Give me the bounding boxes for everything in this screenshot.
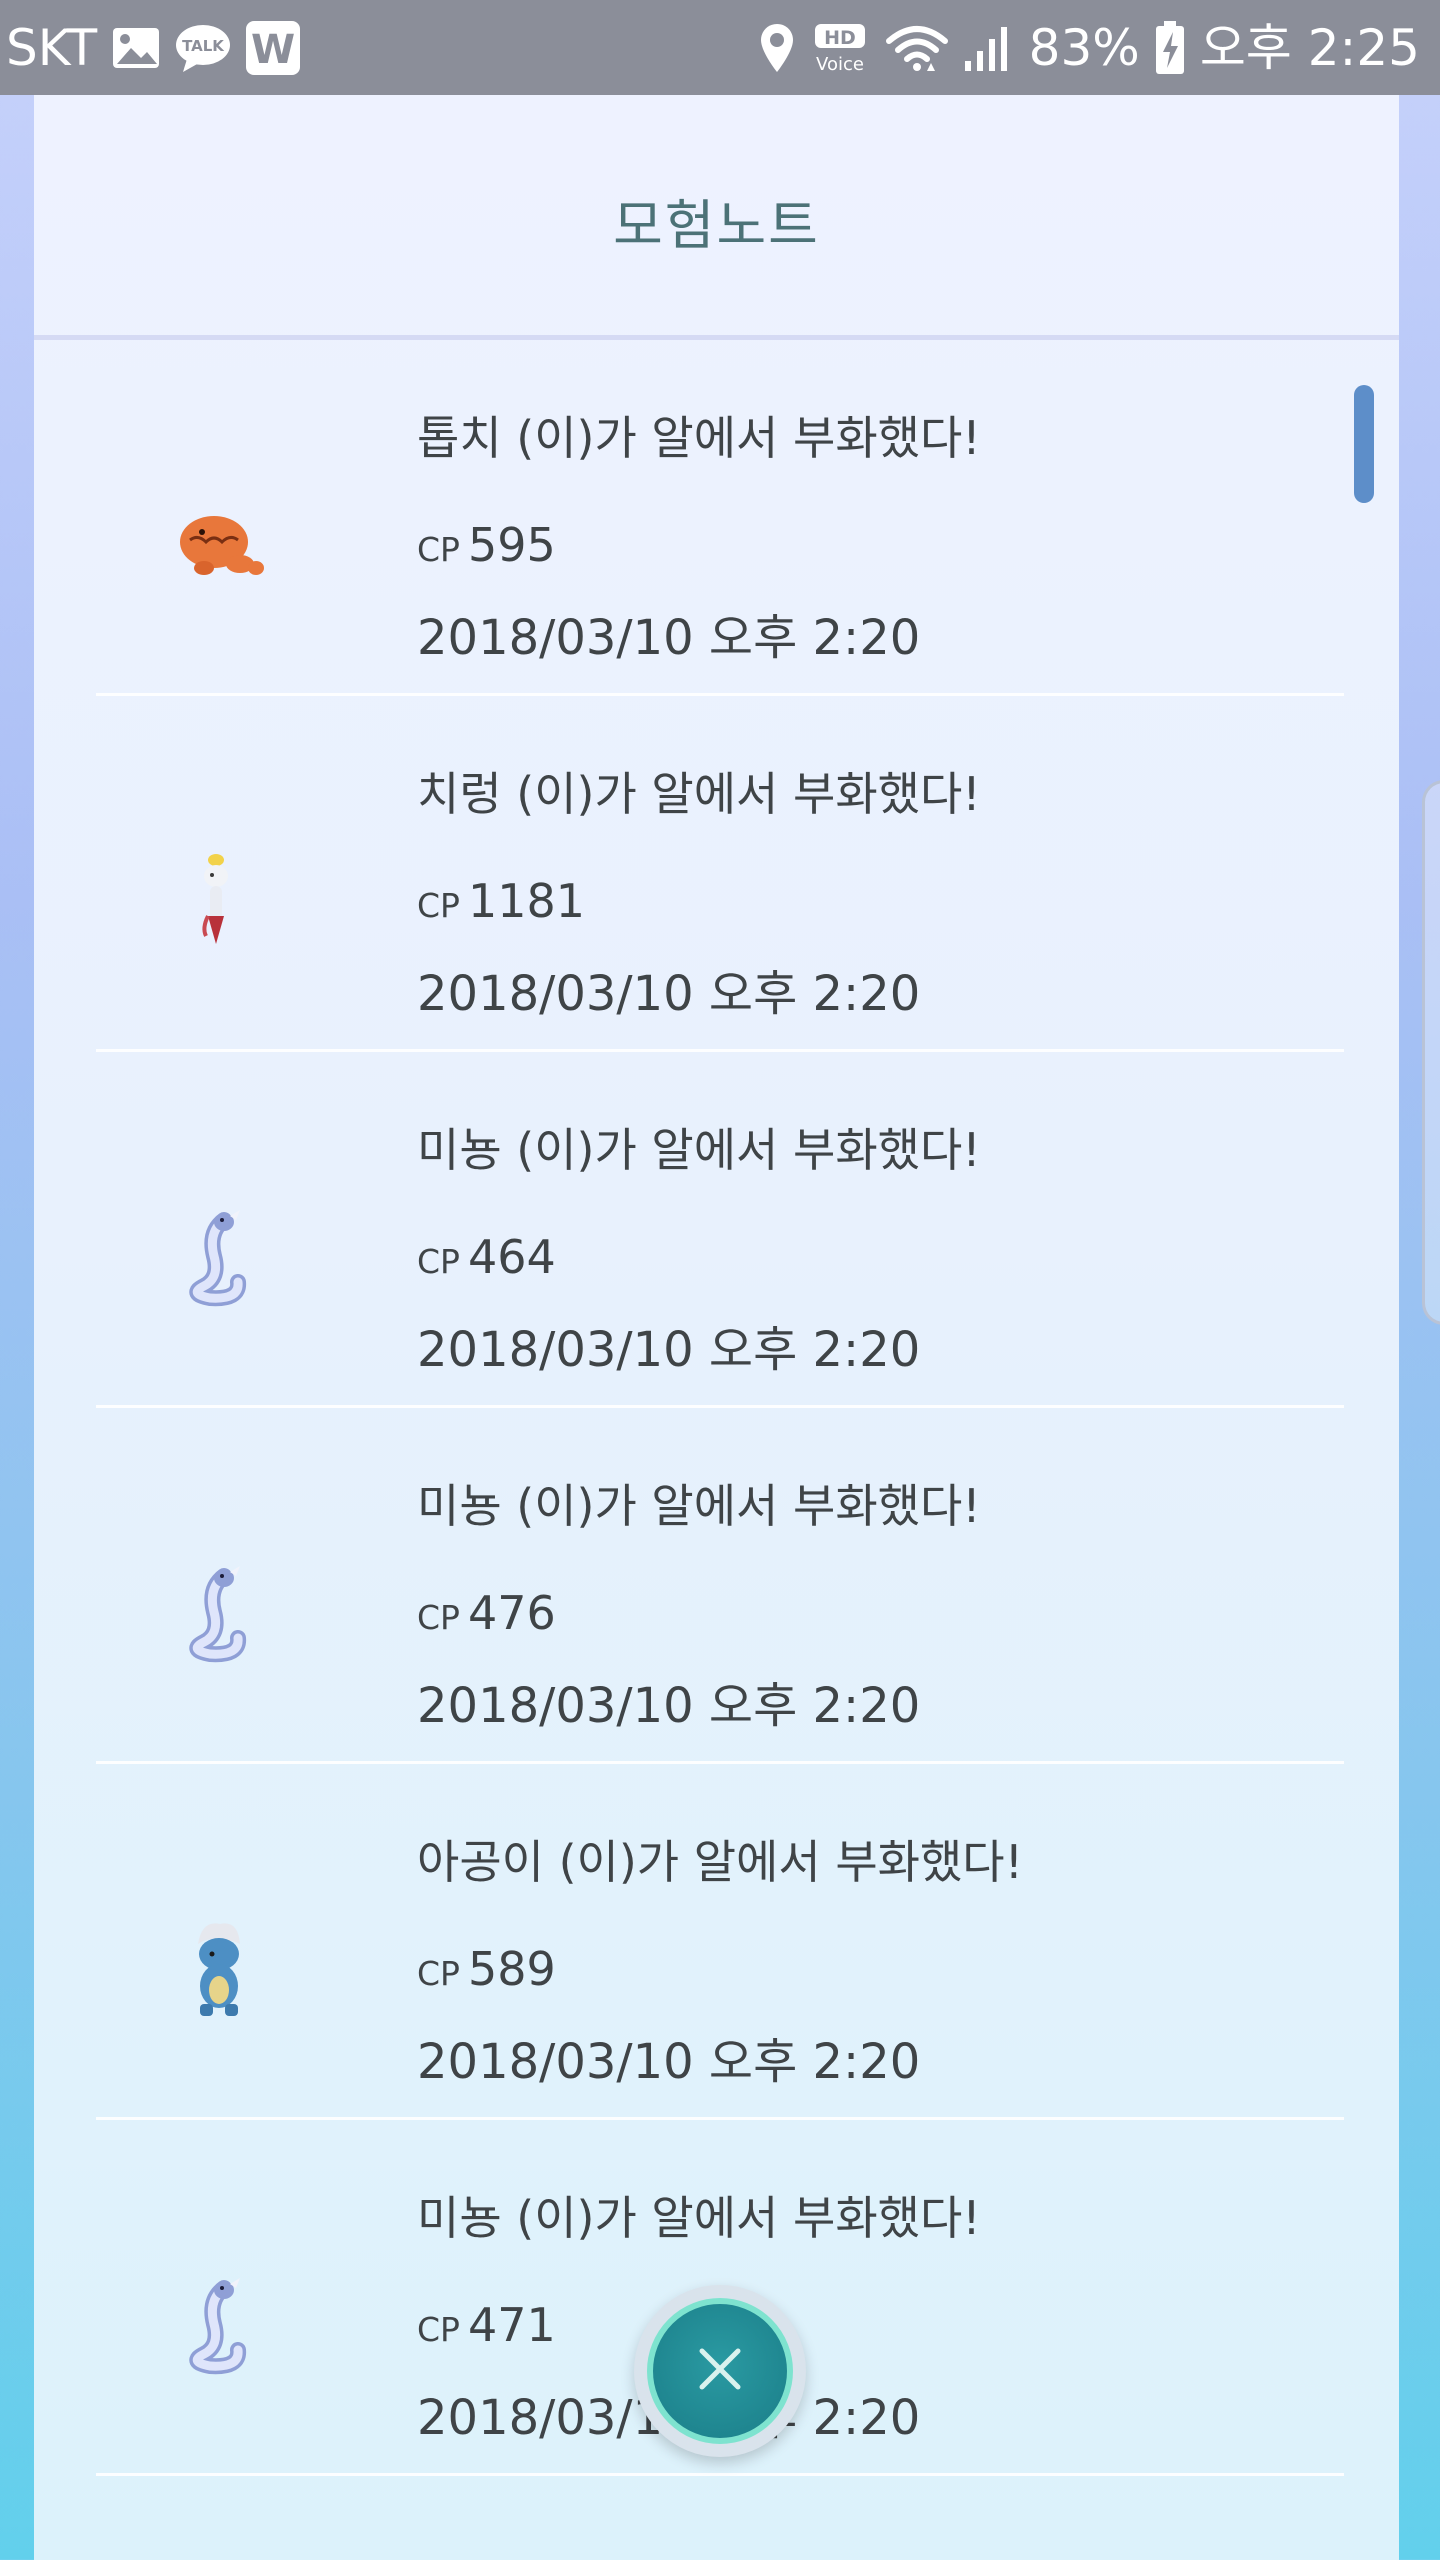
cp-value: 464 [467,1230,556,1284]
battery-percent: 83% [1028,18,1140,77]
cp-value: 1181 [467,874,586,928]
cp-value: 471 [467,2298,556,2352]
trapinch-icon [164,490,274,600]
entry-date: 2018/03/10 오후 2:20 [417,2034,921,2090]
scrollbar[interactable] [1354,385,1374,503]
close-button-inner[interactable] [647,2298,793,2444]
entry-cp: CP 589 [417,1942,556,1996]
signal-strength-icon [963,23,1015,73]
status-bar-left: SKT TALK W [6,20,301,76]
journal-list[interactable]: 톱치 (이)가 알에서 부화했다! CP 595 2018/03/10 오후 2… [34,340,1399,2476]
edge-panel-handle[interactable] [1422,780,1440,1325]
entry-date: 2018/03/10 오후 2:20 [417,1678,921,1734]
entry-cp: CP 476 [417,1586,556,1640]
svg-text:TALK: TALK [182,37,225,55]
wifi-icon [885,23,949,73]
location-pin-icon [759,22,795,74]
journal-panel: 모험노트 톱치 (이)가 알에서 부화했다! CP 595 2018/03/10… [34,95,1399,2560]
journal-entry[interactable]: 미뇽 (이)가 알에서 부화했다! CP 464 2018/03/10 오후 2… [34,1052,1399,1408]
journal-entry[interactable]: 톱치 (이)가 알에서 부화했다! CP 595 2018/03/10 오후 2… [34,340,1399,696]
entry-title: 톱치 (이)가 알에서 부화했다! [417,411,981,465]
entry-date: 2018/03/10 오후 2:20 [417,966,921,1022]
cp-label: CP [417,1954,460,1993]
cp-label: CP [417,1242,460,1281]
dratini-icon [164,2270,274,2380]
page-title: 모험노트 [613,193,820,257]
journal-entry[interactable]: 미뇽 (이)가 알에서 부화했다! CP 476 2018/03/10 오후 2… [34,1408,1399,1764]
bagon-icon [164,1914,274,2024]
status-bar: SKT TALK W HD Voice 83% 오후 2:25 [0,0,1440,95]
dratini-icon [164,1202,274,1312]
entry-cp: CP 595 [417,518,556,572]
svg-text:Voice: Voice [816,54,864,74]
svg-text:HD: HD [824,27,856,49]
cp-value: 589 [467,1942,556,1996]
gallery-icon [111,26,161,70]
cp-label: CP [417,886,460,925]
kakaotalk-icon: TALK [175,23,231,73]
cp-value: 476 [467,1586,556,1640]
entry-title: 치렁 (이)가 알에서 부화했다! [417,767,981,821]
cp-value: 595 [467,518,556,572]
entry-date: 2018/03/10 오후 2:20 [417,610,921,666]
entry-title: 미뇽 (이)가 알에서 부화했다! [417,2191,981,2245]
entry-title: 미뇽 (이)가 알에서 부화했다! [417,1123,981,1177]
cp-label: CP [417,530,460,569]
w-app-icon: W [245,20,301,76]
entry-cp: CP 464 [417,1230,556,1284]
hd-voice-icon: HD Voice [809,22,871,74]
dratini-icon [164,1558,274,1668]
close-button[interactable] [634,2285,806,2457]
status-bar-right: HD Voice 83% 오후 2:25 [759,20,1420,76]
battery-charging-icon [1154,20,1186,76]
cp-label: CP [417,2310,460,2349]
journal-header: 모험노트 [34,95,1399,340]
entry-cp: CP 1181 [417,874,585,928]
close-icon [694,2343,746,2399]
clock: 오후 2:25 [1199,18,1420,77]
svg-text:W: W [251,27,295,73]
entry-title: 아공이 (이)가 알에서 부화했다! [417,1835,1024,1889]
cp-label: CP [417,1598,460,1637]
journal-entry[interactable]: 치렁 (이)가 알에서 부화했다! CP 1181 2018/03/10 오후 … [34,696,1399,1052]
chimecho-icon [164,846,274,956]
entry-title: 미뇽 (이)가 알에서 부화했다! [417,1479,981,1533]
carrier-label: SKT [6,18,98,77]
entry-date: 2018/03/10 오후 2:20 [417,1322,921,1378]
journal-entry[interactable]: 아공이 (이)가 알에서 부화했다! CP 589 2018/03/10 오후 … [34,1764,1399,2120]
entry-cp: CP 471 [417,2298,556,2352]
